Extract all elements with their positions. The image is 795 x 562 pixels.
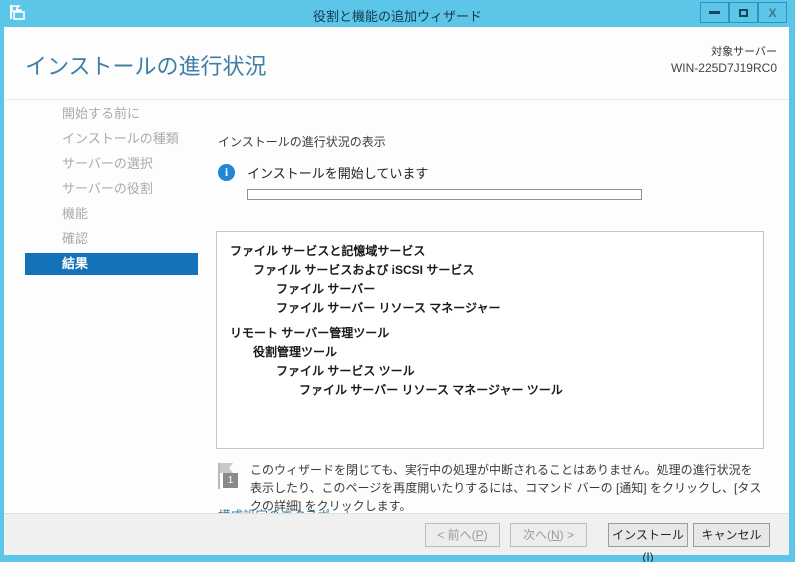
maximize-icon[interactable] xyxy=(729,2,758,23)
notification-badge: 1 xyxy=(223,473,238,488)
feature-item: リモート サーバー管理ツール xyxy=(217,324,763,343)
nav-item-server-roles[interactable]: サーバーの役割 xyxy=(25,176,198,201)
cancel-button[interactable]: キャンセル xyxy=(693,523,770,547)
wizard-window: 役割と機能の追加ウィザード X インストールの進行状況 対象サーバー WIN-2… xyxy=(0,0,795,562)
install-button[interactable]: インストール(I) xyxy=(608,523,688,547)
window-title: 役割と機能の追加ウィザード xyxy=(0,6,795,25)
install-progress-bar xyxy=(247,189,642,200)
target-server: 対象サーバー WIN-225D7J19RC0 xyxy=(671,43,777,75)
close-icon[interactable]: X xyxy=(758,2,787,23)
feature-item: ファイル サービス ツール xyxy=(217,362,763,381)
nav-item-installation-type[interactable]: インストールの種類 xyxy=(25,126,198,151)
feature-item: ファイル サービスと記憶域サービス xyxy=(217,242,763,261)
client-area: インストールの進行状況 対象サーバー WIN-225D7J19RC0 開始する前… xyxy=(4,27,789,555)
page-title: インストールの進行状況 xyxy=(25,49,267,81)
feature-tree: ファイル サービスと記憶域サービス ファイル サービスおよび iSCSI サービ… xyxy=(217,232,763,400)
feature-item: ファイル サービスおよび iSCSI サービス xyxy=(217,261,763,280)
titlebar[interactable]: 役割と機能の追加ウィザード X xyxy=(0,0,795,27)
wizard-steps-nav: 開始する前に インストールの種類 サーバーの選択 サーバーの役割 機能 確認 結… xyxy=(4,101,214,513)
status-message: インストールを開始しています xyxy=(247,163,428,182)
main-content: インストールの進行状況の表示 i インストールを開始しています ファイル サービ… xyxy=(214,101,774,513)
target-server-name: WIN-225D7J19RC0 xyxy=(671,61,777,75)
nav-item-server-selection[interactable]: サーバーの選択 xyxy=(25,151,198,176)
status-row: i インストールを開始しています xyxy=(218,163,428,182)
nav-item-confirmation[interactable]: 確認 xyxy=(25,226,198,251)
header: インストールの進行状況 対象サーバー WIN-225D7J19RC0 xyxy=(4,27,789,100)
feature-item: 役割管理ツール xyxy=(217,343,763,362)
nav-item-features[interactable]: 機能 xyxy=(25,201,198,226)
section-label: インストールの進行状況の表示 xyxy=(218,133,386,150)
previous-button[interactable]: < 前へ(P) xyxy=(425,523,500,547)
next-button[interactable]: 次へ(N) > xyxy=(510,523,587,547)
info-icon: i xyxy=(218,164,235,181)
footer: < 前へ(P) 次へ(N) > インストール(I) キャンセル xyxy=(4,513,789,555)
feature-item: ファイル サーバー リソース マネージャー xyxy=(217,299,763,318)
nav-item-results[interactable]: 結果 xyxy=(25,253,198,275)
target-server-label: 対象サーバー xyxy=(671,43,777,59)
feature-item: ファイル サーバー xyxy=(217,280,763,299)
minimize-icon[interactable] xyxy=(700,2,729,23)
notification-flag-icon: 1 xyxy=(216,461,240,491)
nav-item-before-you-begin[interactable]: 開始する前に xyxy=(25,101,198,126)
installed-features-box: ファイル サービスと記憶域サービス ファイル サービスおよび iSCSI サービ… xyxy=(216,231,764,449)
feature-item: ファイル サーバー リソース マネージャー ツール xyxy=(217,381,763,400)
